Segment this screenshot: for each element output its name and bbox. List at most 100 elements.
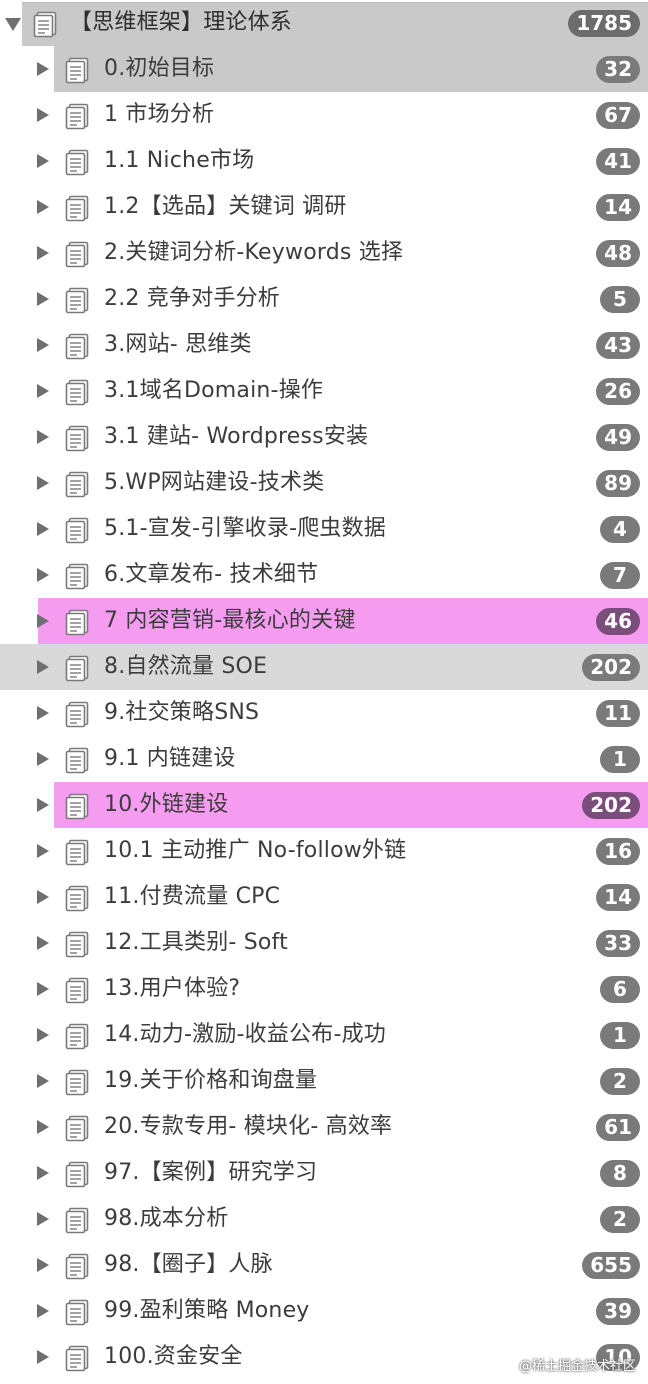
disclosure-triangle-right-icon[interactable] <box>37 890 49 904</box>
tree-item-row[interactable]: 13.用户体验? 6 <box>0 966 648 1012</box>
tree-item-label: 14.动力-激励-收益公布-成功 <box>104 1022 387 1047</box>
tree-item-label: 2.2 竞争对手分析 <box>104 286 280 311</box>
disclosure-triangle-right-icon[interactable] <box>37 982 49 996</box>
disclosure-triangle-right-icon[interactable] <box>37 1120 49 1134</box>
tree-item-label: 3.网站- 思维类 <box>104 332 252 357</box>
disclosure-triangle-right-icon[interactable] <box>37 62 49 76</box>
disclosure-triangle-right-icon[interactable] <box>37 1304 49 1318</box>
tree-item-row[interactable]: 11.付费流量 CPC 14 <box>0 874 648 920</box>
document-stack-icon <box>65 839 89 866</box>
tree-item-label: 2.关键词分析-Keywords 选择 <box>104 240 404 265</box>
document-stack-icon <box>65 333 89 360</box>
disclosure-triangle-right-icon[interactable] <box>37 430 49 444</box>
document-stack-icon <box>65 517 89 544</box>
count-badge: 1 <box>600 746 640 773</box>
tree-item-row[interactable]: 9.社交策略SNS 11 <box>0 690 648 736</box>
tree-item-row[interactable]: 10.1 主动推广 No-follow外链 16 <box>0 828 648 874</box>
disclosure-triangle-right-icon[interactable] <box>37 1028 49 1042</box>
disclosure-triangle-right-icon[interactable] <box>37 108 49 122</box>
tree-item-row[interactable]: 5.1-宣发-引擎收录-爬虫数据 4 <box>0 506 648 552</box>
disclosure-triangle-right-icon[interactable] <box>37 1350 49 1364</box>
disclosure-triangle-right-icon[interactable] <box>37 660 49 674</box>
disclosure-triangle-right-icon[interactable] <box>37 200 49 214</box>
root-count-badge: 1785 <box>568 10 640 37</box>
disclosure-triangle-right-icon[interactable] <box>37 844 49 858</box>
tree-item-row[interactable]: 3.1域名Domain-操作 26 <box>0 368 648 414</box>
disclosure-triangle-right-icon[interactable] <box>37 476 49 490</box>
document-stack-icon <box>65 609 89 636</box>
tree-item-label: 1.1 Niche市场 <box>104 148 255 173</box>
tree-item-row[interactable]: 2.关键词分析-Keywords 选择 48 <box>0 230 648 276</box>
count-badge: 89 <box>596 470 640 497</box>
tree-item-row[interactable]: 12.工具类别- Soft 33 <box>0 920 648 966</box>
disclosure-triangle-right-icon[interactable] <box>37 338 49 352</box>
document-stack-icon <box>65 1299 89 1326</box>
tree-item-row[interactable]: 99.盈利策略 Money 39 <box>0 1288 648 1334</box>
disclosure-triangle-right-icon[interactable] <box>37 246 49 260</box>
tree-item-label: 19.关于价格和询盘量 <box>104 1068 318 1093</box>
tree-item-row[interactable]: 19.关于价格和询盘量 2 <box>0 1058 648 1104</box>
document-stack-icon <box>65 1207 89 1234</box>
tree-item-label: 6.文章发布- 技术细节 <box>104 562 319 587</box>
document-stack-icon <box>65 977 89 1004</box>
tree-item-row[interactable]: 8.自然流量 SOE 202 <box>0 644 648 690</box>
tree-item-row[interactable]: 9.1 内链建设 1 <box>0 736 648 782</box>
disclosure-triangle-right-icon[interactable] <box>37 1074 49 1088</box>
disclosure-triangle-right-icon[interactable] <box>37 614 49 628</box>
disclosure-triangle-right-icon[interactable] <box>37 522 49 536</box>
tree-item-label: 9.1 内链建设 <box>104 746 236 771</box>
tree-item-label: 10.1 主动推广 No-follow外链 <box>104 838 407 863</box>
tree-item-row[interactable]: 97.【案例】研究学习 8 <box>0 1150 648 1196</box>
document-stack-icon <box>65 149 89 176</box>
tree-item-row[interactable]: 1.1 Niche市场 41 <box>0 138 648 184</box>
document-stack-icon <box>65 701 89 728</box>
disclosure-triangle-right-icon[interactable] <box>37 798 49 812</box>
document-stack-icon <box>65 931 89 958</box>
tree-item-label: 11.付费流量 CPC <box>104 884 281 909</box>
tree-item-row[interactable]: 20.专款专用- 模块化- 高效率 61 <box>0 1104 648 1150</box>
tree-item-row[interactable]: 3.1 建站- Wordpress安装 49 <box>0 414 648 460</box>
count-badge: 2 <box>600 1068 640 1095</box>
tree-item-label: 3.1 建站- Wordpress安装 <box>104 424 369 449</box>
count-badge: 1 <box>600 1022 640 1049</box>
count-badge: 43 <box>596 332 640 359</box>
document-stack-icon <box>65 1253 89 1280</box>
tree-item-label: 13.用户体验? <box>104 976 241 1001</box>
tree-item-row[interactable]: 10.外链建设 202 <box>0 782 648 828</box>
count-badge: 61 <box>596 1114 640 1141</box>
disclosure-triangle-right-icon[interactable] <box>37 1166 49 1180</box>
tree-item-row[interactable]: 98.成本分析 2 <box>0 1196 648 1242</box>
tree-item-row[interactable]: 7 内容营销-最核心的关键 46 <box>0 598 648 644</box>
document-stack-icon <box>65 655 89 682</box>
tree-item-row[interactable]: 1 市场分析 67 <box>0 92 648 138</box>
document-stack-icon <box>65 1161 89 1188</box>
tree-item-row[interactable]: 2.2 竞争对手分析 5 <box>0 276 648 322</box>
document-stack-icon <box>65 747 89 774</box>
tree-item-label: 8.自然流量 SOE <box>104 654 268 679</box>
tree-item-label: 0.初始目标 <box>104 56 215 81</box>
count-badge: 33 <box>596 930 640 957</box>
tree-item-row[interactable]: 5.WP网站建设-技术类 89 <box>0 460 648 506</box>
count-badge: 32 <box>596 56 640 83</box>
disclosure-triangle-right-icon[interactable] <box>37 706 49 720</box>
disclosure-triangle-down-icon[interactable] <box>5 18 21 31</box>
disclosure-triangle-right-icon[interactable] <box>37 936 49 950</box>
disclosure-triangle-right-icon[interactable] <box>37 292 49 306</box>
disclosure-triangle-right-icon[interactable] <box>37 384 49 398</box>
disclosure-triangle-right-icon[interactable] <box>37 1212 49 1226</box>
tree-item-row[interactable]: 0.初始目标 32 <box>0 46 648 92</box>
disclosure-triangle-right-icon[interactable] <box>37 154 49 168</box>
tree-item-row[interactable]: 3.网站- 思维类 43 <box>0 322 648 368</box>
document-stack-icon <box>65 885 89 912</box>
disclosure-triangle-right-icon[interactable] <box>37 568 49 582</box>
tree-item-row[interactable]: 6.文章发布- 技术细节 7 <box>0 552 648 598</box>
disclosure-triangle-right-icon[interactable] <box>37 752 49 766</box>
count-badge: 8 <box>600 1160 640 1187</box>
tree-item-row[interactable]: 14.动力-激励-收益公布-成功 1 <box>0 1012 648 1058</box>
tree-item-row[interactable]: 1.2【选品】关键词 调研 14 <box>0 184 648 230</box>
tree-item-label: 10.外链建设 <box>104 792 229 817</box>
tree-root-row[interactable]: 【思维框架】理论体系 1785 <box>0 0 648 46</box>
disclosure-triangle-right-icon[interactable] <box>37 1258 49 1272</box>
document-stack-icon <box>65 471 89 498</box>
tree-item-row[interactable]: 98.【圈子】人脉 655 <box>0 1242 648 1288</box>
